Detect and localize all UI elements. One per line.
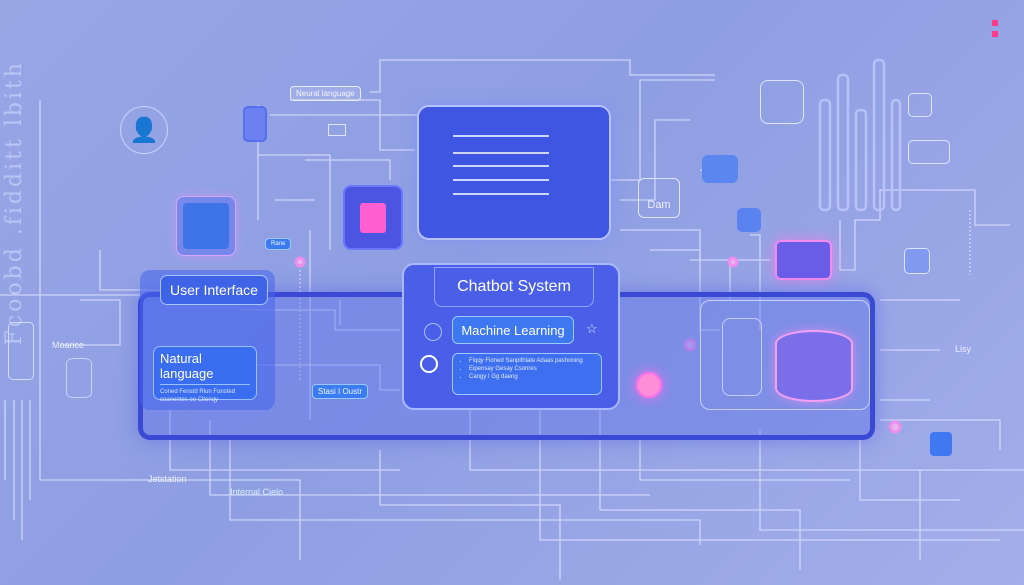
natural-language-desc: Coned Fenstd Rlun Fonsted coanentes oo C…: [160, 389, 236, 403]
side-text: Fcoobd .fidditt lbith: [2, 60, 27, 346]
file-card: [722, 318, 762, 396]
grid-icon: [737, 208, 761, 232]
message-card: [775, 240, 832, 280]
user-avatar-icon: 👤: [120, 106, 168, 154]
plans-tag: Rane: [265, 238, 292, 250]
machine-learning-button[interactable]: Machine Learning: [452, 316, 574, 344]
info-box: Fiqqy Fioned Sanpithlale Adaas pashoning…: [452, 353, 602, 395]
search-icon[interactable]: [420, 355, 438, 373]
menu-icon[interactable]: [992, 20, 998, 37]
user-avatar-icon: [636, 372, 662, 398]
clock-icon: [908, 93, 932, 117]
chart-document-icon: [343, 185, 403, 250]
chatbot-system-title: Chatbot System: [434, 267, 594, 307]
bar-chart-icon: [904, 248, 930, 274]
info-item: Eipensay Gesay Csonres: [469, 365, 601, 373]
internal-calls-label: Internal Cielo: [230, 487, 284, 497]
lisy-label: Lisy: [955, 344, 972, 354]
natural-language-box: Natural language Coned Fenstd Rlun Fonst…: [153, 346, 257, 403]
info-item: Fiqqy Fioned Sanpithlale Adaas pashoning: [469, 357, 601, 365]
neural-language-tag: Neural language: [290, 86, 361, 101]
star-icon[interactable]: ☆: [586, 321, 598, 337]
chatbot-system-panel: Chatbot System Machine Learning ☆ Fiqqy …: [402, 263, 620, 410]
gear-icon: [424, 323, 442, 341]
start-button[interactable]: Stasi I Oustr: [312, 384, 369, 399]
dam-label: Dam: [647, 199, 671, 211]
jetstation-label: Jetstation: [148, 474, 187, 484]
knowledge-book-icon: [176, 196, 236, 256]
chat-monitor: [417, 105, 611, 240]
moarice-label: Moarice: [52, 340, 85, 350]
chat-icon: [760, 80, 804, 124]
database-icon: [243, 106, 267, 142]
chart-trend-icon: [702, 155, 738, 183]
phone-icon: [8, 322, 34, 380]
text-card-icon: [908, 140, 950, 164]
database-icon: [66, 358, 92, 398]
natural-language-title: Natural language: [160, 351, 250, 385]
mail-icon: [328, 124, 346, 136]
dam-icon: Dam: [638, 178, 680, 218]
info-item: Cangy I Gg daeng: [469, 373, 601, 381]
user-interface-button[interactable]: User Interface: [160, 275, 268, 305]
database-icon-large: [775, 330, 853, 402]
shield-icon: [930, 432, 952, 456]
